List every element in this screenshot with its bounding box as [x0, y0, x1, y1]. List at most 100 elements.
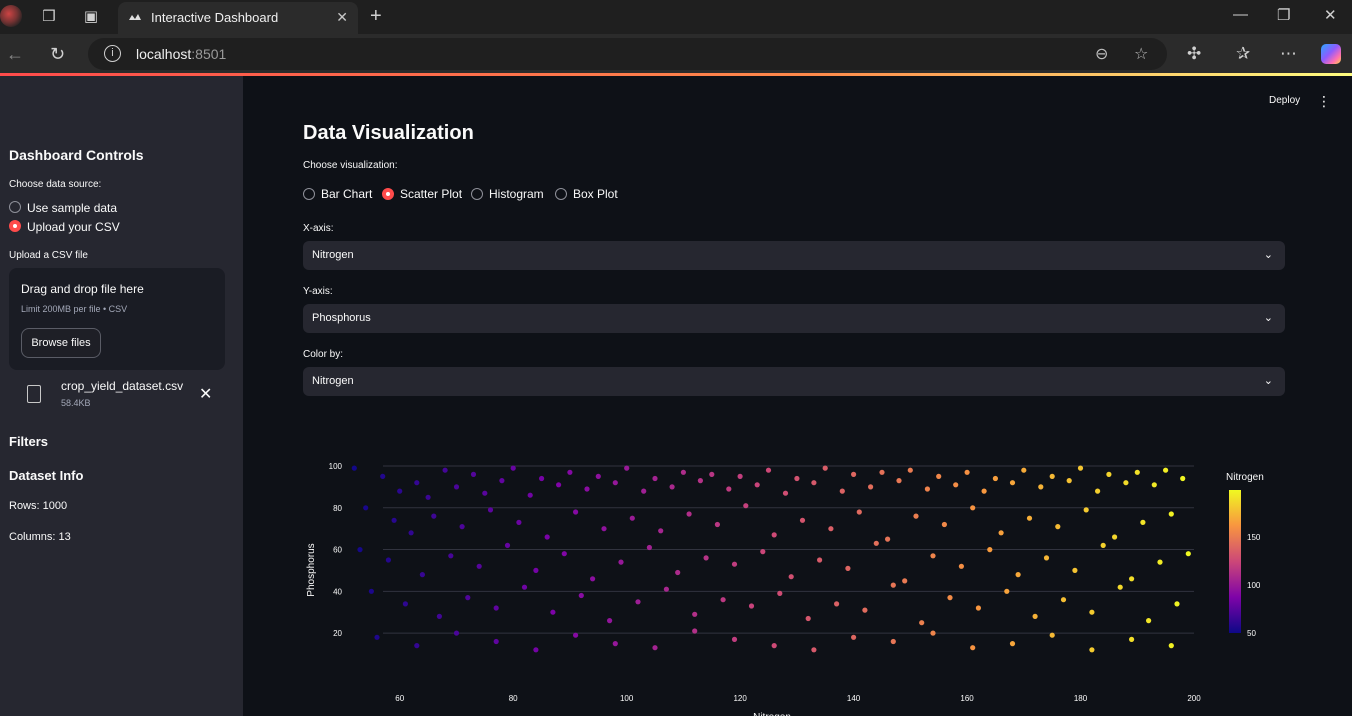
- file-dropzone[interactable]: Drag and drop file here Limit 200MB per …: [9, 268, 225, 370]
- scatter-chart[interactable]: 60 80 100 120 140 160 180 200 20 40 60 80 100 Phosp…: [300, 450, 1350, 716]
- scatter-point: [788, 574, 794, 580]
- radio-label-histogram[interactable]: Histogram: [489, 187, 544, 201]
- tab-close-icon[interactable]: ✕: [336, 9, 348, 26]
- color-by-label: Color by:: [303, 349, 344, 360]
- scatter-point: [573, 632, 579, 638]
- scatter-point: [652, 475, 658, 482]
- scatter-point: [873, 540, 879, 546]
- scatter-point: [1100, 542, 1106, 548]
- y-axis-title: Phosphorus: [306, 543, 317, 596]
- browse-files-button[interactable]: Browse files: [21, 328, 101, 358]
- scatter-point: [1049, 473, 1055, 479]
- x-axis-select[interactable]: Nitrogen ⌄: [303, 241, 1285, 270]
- scatter-point: [834, 601, 840, 607]
- scatter-point: [709, 471, 715, 477]
- scatter-point: [493, 605, 499, 611]
- radio-box-plot[interactable]: [555, 188, 567, 200]
- extensions-icon[interactable]: ✣: [1187, 44, 1201, 64]
- x-tick-label: 80: [509, 694, 518, 703]
- browser-tab-active[interactable]: Interactive Dashboard ✕: [118, 2, 358, 34]
- chevron-down-icon: ⌄: [1263, 375, 1273, 387]
- scatter-point: [397, 488, 403, 494]
- site-info-icon[interactable]: i: [104, 45, 121, 62]
- scatter-point: [550, 609, 556, 615]
- scatter-point: [1072, 567, 1078, 573]
- y-axis-select[interactable]: Phosphorus ⌄: [303, 304, 1285, 333]
- scatter-point: [890, 638, 896, 645]
- scatter-point: [1180, 475, 1186, 482]
- profile-avatar[interactable]: [0, 5, 22, 27]
- scatter-point: [1066, 478, 1072, 484]
- scatter-point: [663, 586, 669, 592]
- scatter-point: [436, 613, 442, 619]
- scatter-point: [811, 480, 817, 486]
- uploaded-file-size: 58.4KB: [61, 398, 91, 408]
- scatter-point: [868, 484, 874, 490]
- browser-address-bar: ← ↻ i localhost:8501 ⊖ ☆ ✣ ✰ ⋯: [0, 34, 1352, 74]
- zoom-icon[interactable]: ⊖: [1095, 44, 1108, 64]
- scatter-point: [1129, 576, 1135, 582]
- reload-icon[interactable]: ↻: [50, 44, 65, 65]
- radio-scatter-plot[interactable]: [382, 188, 394, 200]
- radio-label-upload[interactable]: Upload your CSV: [27, 220, 120, 234]
- scatter-point: [720, 597, 726, 603]
- filters-title: Filters: [9, 434, 49, 449]
- scatter-point: [646, 544, 652, 551]
- dataset-info-title: Dataset Info: [9, 468, 84, 483]
- scatter-point: [573, 509, 579, 515]
- scatter-point: [357, 547, 363, 553]
- restore-icon[interactable]: ❐: [1277, 6, 1290, 24]
- copilot-icon[interactable]: [1321, 44, 1341, 64]
- radio-label-bar-chart[interactable]: Bar Chart: [321, 187, 372, 201]
- scatter-point: [851, 471, 857, 477]
- scatter-point: [981, 488, 987, 494]
- url-field[interactable]: i localhost:8501 ⊖ ☆: [88, 38, 1167, 70]
- chevron-down-icon: ⌄: [1263, 249, 1273, 261]
- back-icon[interactable]: ←: [6, 44, 24, 65]
- radio-label-box-plot[interactable]: Box Plot: [573, 187, 618, 201]
- tab-title: Interactive Dashboard: [151, 10, 279, 25]
- scatter-point: [680, 469, 686, 475]
- scatter-point: [907, 467, 913, 473]
- radio-label-sample[interactable]: Use sample data: [27, 201, 117, 215]
- scatter-point: [817, 557, 823, 563]
- scatter-point: [754, 482, 760, 488]
- scatter-point: [1095, 488, 1101, 494]
- colorbar-ticks: 50 100 150: [1247, 533, 1261, 638]
- radio-use-sample-data[interactable]: [9, 201, 21, 213]
- x-tick-label: 60: [395, 694, 404, 703]
- color-by-select[interactable]: Nitrogen ⌄: [303, 367, 1285, 396]
- scatter-point: [595, 473, 601, 479]
- radio-label-scatter-plot[interactable]: Scatter Plot: [400, 187, 462, 201]
- tab-actions-icon[interactable]: ▣: [82, 8, 100, 26]
- remove-file-icon[interactable]: ✕: [199, 384, 212, 404]
- workspaces-icon[interactable]: ❒: [40, 8, 58, 26]
- scatter-point: [760, 549, 766, 555]
- scatter-point: [998, 530, 1004, 536]
- scatter-point: [1157, 559, 1163, 565]
- scatter-point: [510, 465, 516, 471]
- scatter-point: [556, 482, 562, 488]
- deploy-button[interactable]: Deploy: [1269, 95, 1300, 106]
- y-tick-label: 20: [333, 629, 342, 638]
- scatter-point: [987, 547, 993, 553]
- y-axis-label: Y-axis:: [303, 286, 333, 297]
- new-tab-button[interactable]: +: [370, 5, 382, 28]
- more-menu-icon[interactable]: ⋯: [1280, 44, 1297, 64]
- favorites-icon[interactable]: ✰: [1236, 44, 1250, 64]
- scatter-point: [845, 565, 851, 571]
- main-menu-icon[interactable]: ⋮: [1317, 93, 1331, 110]
- radio-histogram[interactable]: [471, 188, 483, 200]
- scatter-point: [448, 553, 454, 559]
- scatter-point: [782, 490, 789, 496]
- chevron-down-icon: ⌄: [1263, 312, 1273, 324]
- scatter-point: [748, 603, 755, 609]
- scatter-point: [1168, 511, 1174, 517]
- favorite-star-icon[interactable]: ☆: [1134, 44, 1148, 64]
- radio-bar-chart[interactable]: [303, 188, 315, 200]
- close-window-icon[interactable]: ✕: [1324, 6, 1337, 24]
- scatter-point: [822, 465, 828, 471]
- minimize-icon[interactable]: —: [1233, 6, 1248, 23]
- scatter-point: [794, 475, 800, 482]
- radio-upload-csv[interactable]: [9, 220, 21, 232]
